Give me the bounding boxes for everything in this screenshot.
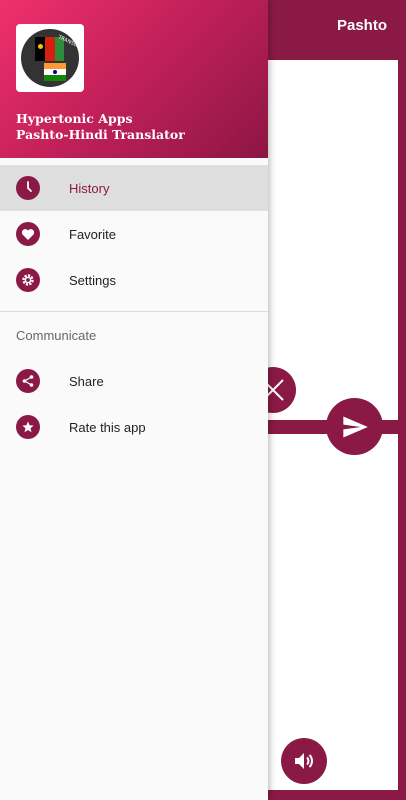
clock-icon: [16, 176, 40, 200]
drawer-item-rate[interactable]: Rate this app: [0, 404, 268, 450]
drawer-item-history[interactable]: History: [0, 165, 268, 211]
translate-send-button[interactable]: [326, 398, 383, 455]
heart-icon: [16, 222, 40, 246]
translation-text-panel[interactable]: [250, 434, 398, 790]
drawer-item-label: Share: [69, 373, 104, 389]
speak-button[interactable]: [281, 738, 327, 784]
drawer-item-label: Settings: [69, 272, 116, 288]
language-title[interactable]: Pashto: [268, 0, 406, 50]
navigation-drawer: TRANSLATOR Hypertonic Apps Pashto-Hindi …: [0, 0, 268, 800]
drawer-item-favorite[interactable]: Favorite: [0, 211, 268, 257]
developer-name: Hypertonic Apps: [16, 111, 133, 126]
star-icon: [16, 415, 40, 439]
share-icon: [16, 369, 40, 393]
volume-icon: [295, 753, 313, 769]
gear-icon: [16, 268, 40, 292]
drawer-header: TRANSLATOR Hypertonic Apps Pashto-Hindi …: [0, 0, 268, 158]
app-name: Pashto-Hindi Translator: [16, 127, 185, 142]
drawer-item-settings[interactable]: Settings: [0, 257, 268, 303]
source-text-panel[interactable]: [250, 60, 398, 420]
section-title-communicate: Communicate: [16, 327, 97, 343]
header-text: Hypertonic Apps Pashto-Hindi Translator: [16, 111, 185, 143]
send-icon: [342, 416, 368, 437]
drawer-item-share[interactable]: Share: [0, 358, 268, 404]
drawer-item-label: Rate this app: [69, 419, 146, 435]
app-logo: TRANSLATOR: [16, 24, 84, 92]
drawer-item-label: Favorite: [69, 226, 116, 242]
drawer-item-label: History: [69, 180, 110, 196]
